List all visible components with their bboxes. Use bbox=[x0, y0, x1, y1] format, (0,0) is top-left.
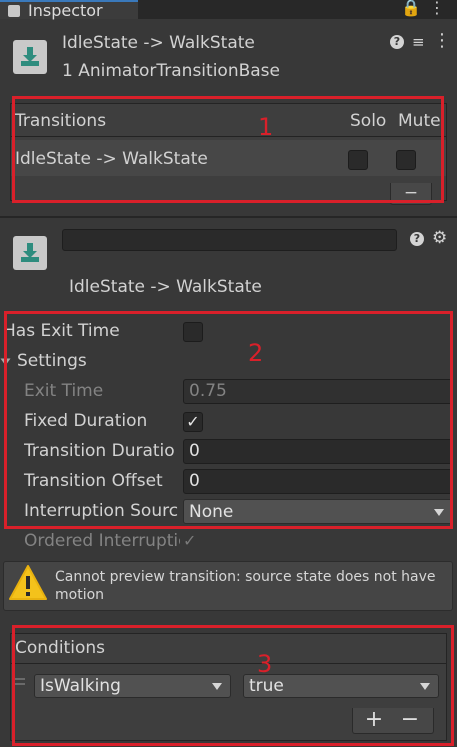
annotation-box-3 bbox=[12, 625, 454, 746]
transition-title: IdleState -> WalkState bbox=[69, 277, 262, 297]
ordered-interruption-label: Ordered Interruptic bbox=[24, 531, 180, 551]
inspector-icon bbox=[8, 4, 20, 17]
preset-icon[interactable]: ≡ bbox=[412, 33, 425, 51]
header-subtitle: 1 AnimatorTransitionBase bbox=[62, 61, 280, 81]
annotation-box-1 bbox=[12, 96, 444, 203]
tab-inspector-label: Inspector bbox=[28, 1, 103, 20]
annotation-box-2 bbox=[4, 311, 453, 529]
warning-text: Cannot preview transition: source state … bbox=[55, 569, 436, 603]
transition-icon bbox=[13, 40, 47, 74]
lock-and-menu-icons[interactable]: 🔒⋮ bbox=[401, 0, 453, 17]
annotation-number-1: 1 bbox=[258, 113, 274, 141]
warning-icon bbox=[9, 564, 47, 602]
transition-name-input[interactable] bbox=[62, 229, 397, 251]
ordered-interruption-checkbox: ✓ bbox=[183, 531, 197, 550]
help-icon[interactable]: ? bbox=[390, 35, 404, 49]
gear-icon[interactable]: ⚙ bbox=[432, 228, 447, 248]
transition-icon-2 bbox=[13, 236, 47, 270]
tab-bar: Inspector 🔒⋮ bbox=[0, 0, 457, 19]
more-options-icon[interactable]: ⋮ bbox=[433, 30, 451, 51]
annotation-number-2: 2 bbox=[248, 339, 264, 367]
help-icon-2[interactable]: ? bbox=[410, 232, 424, 246]
header-title: IdleState -> WalkState bbox=[62, 33, 255, 53]
tab-inspector[interactable]: Inspector bbox=[0, 0, 138, 19]
section-divider bbox=[0, 216, 457, 218]
annotation-number-3: 3 bbox=[257, 650, 273, 678]
